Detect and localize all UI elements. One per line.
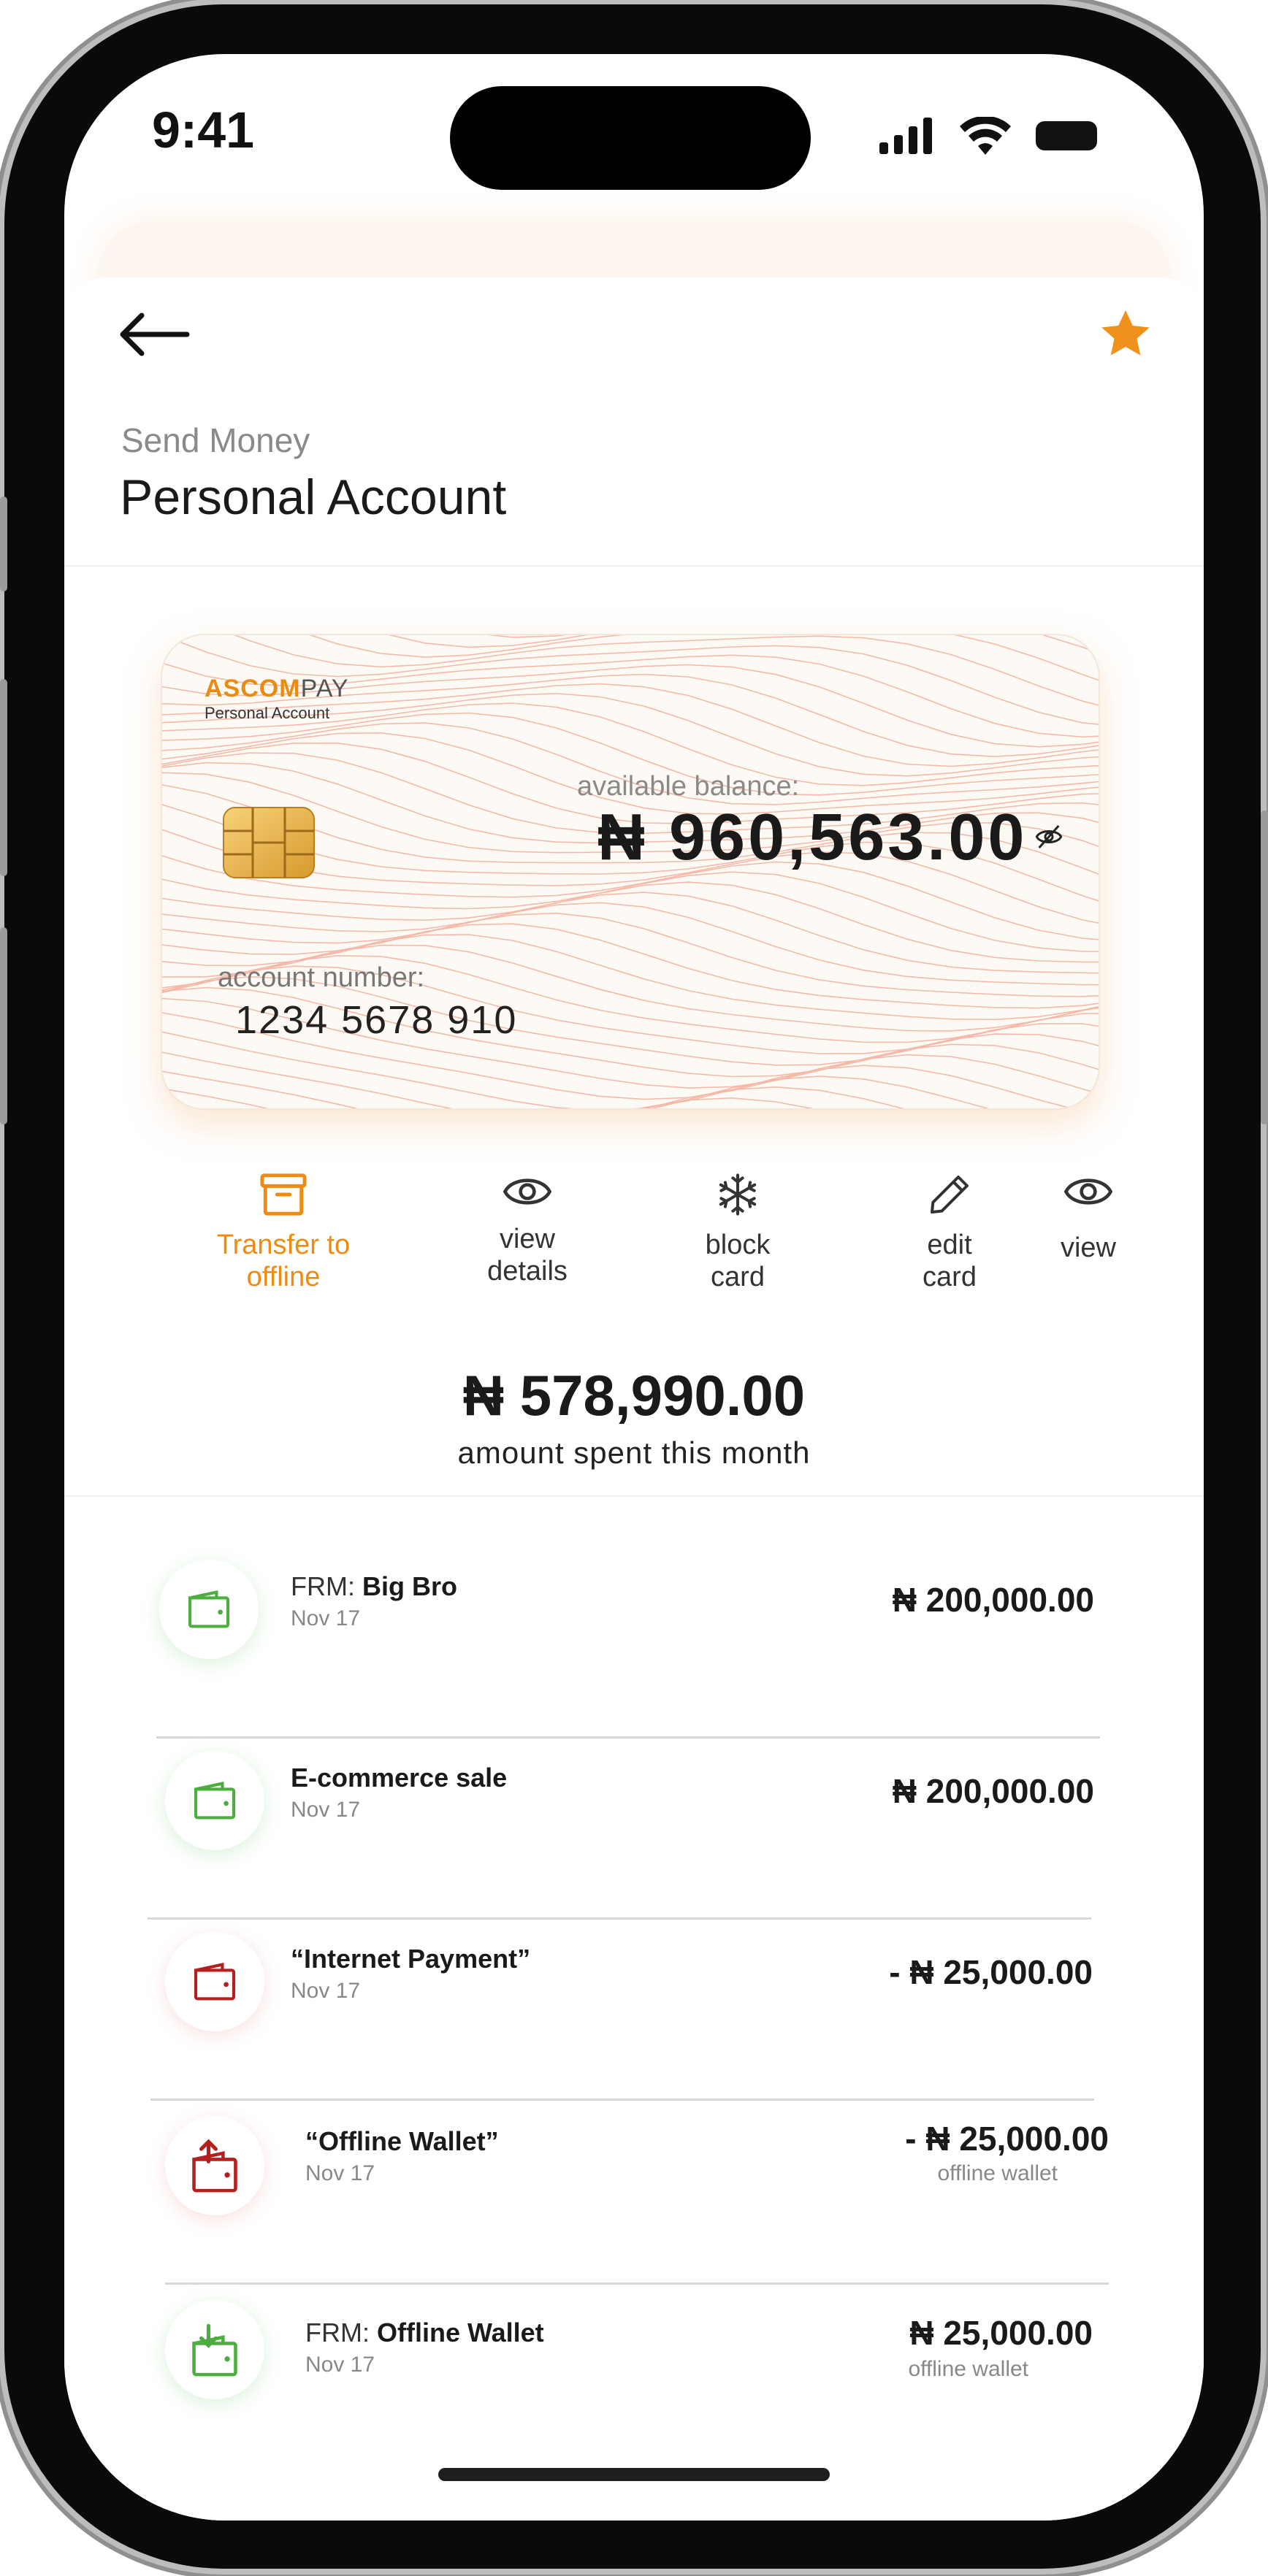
transaction-note: offline wallet	[937, 2161, 1058, 2185]
side-button-volume-down	[0, 927, 7, 1124]
transaction-amount: ₦ 200,000.00	[892, 1772, 1094, 1810]
bottom-sheet: Send Money Personal Account ASCOMPAY Per…	[64, 277, 1204, 2521]
status-time: 9:41	[152, 101, 255, 158]
wallet-icon	[165, 1932, 264, 2031]
transaction-amount: ₦ 25,000.00	[909, 2314, 1093, 2352]
wallet-icon	[165, 1751, 264, 1850]
bank-card[interactable]: ASCOMPAY Personal Account available bala…	[161, 634, 1100, 1110]
edit-card-button[interactable]: edit card	[862, 1171, 1037, 1293]
action-label: Transfer to offline	[216, 1230, 351, 1292]
side-button-volume-up	[0, 679, 7, 876]
transaction-date: Nov 17	[305, 2161, 375, 2185]
account-number-label: account number:	[218, 962, 425, 993]
wallet-icon	[159, 1560, 259, 1659]
home-indicator[interactable]	[438, 2468, 830, 2481]
transaction-title: FRM: Big Bro	[291, 1571, 457, 1601]
transaction-amount: ₦ 200,000.00	[892, 1581, 1094, 1619]
balance-label: available balance:	[577, 771, 800, 802]
transaction-date: Nov 17	[291, 1979, 361, 2003]
wallet-download-icon	[165, 2300, 264, 2399]
monthly-spend-label: amount spent this month	[457, 1435, 811, 1470]
monthly-spend-amount: ₦ 578,990.00	[462, 1363, 806, 1427]
transaction-date: Nov 17	[305, 2353, 375, 2377]
side-button-silent	[0, 497, 7, 591]
row-divider	[150, 2098, 1094, 2101]
block-card-button[interactable]: block card	[650, 1171, 825, 1293]
row-divider	[165, 2282, 1109, 2285]
screen: 9:41 Send Money Personal Account ASCOMPA…	[64, 54, 1204, 2521]
card-brand-logo: ASCOMPAY	[205, 675, 349, 702]
view-details-button[interactable]: view details	[440, 1171, 615, 1287]
card-balance: ₦ 960,563.00	[597, 801, 1028, 874]
transaction-row[interactable]: E-commerce sale Nov 17 ₦ 200,000.00	[64, 1751, 1204, 1931]
action-label: view details	[487, 1224, 568, 1287]
transaction-amount: - ₦ 25,000.00	[905, 2120, 1109, 2158]
transfer-to-offline-button[interactable]: Transfer to offline	[196, 1171, 371, 1293]
eye-slash-icon[interactable]	[1034, 822, 1063, 855]
view-button[interactable]: view	[1015, 1171, 1161, 1264]
transaction-title: “Offline Wallet”	[305, 2126, 499, 2156]
dynamic-island	[450, 86, 811, 190]
transaction-amount: - ₦ 25,000.00	[889, 1953, 1093, 1991]
transaction-row[interactable]: FRM: Offline Wallet Nov 17 ₦ 25,000.00 o…	[64, 2300, 1204, 2478]
eye-icon	[503, 1178, 552, 1205]
page-title: Personal Account	[120, 469, 507, 525]
account-number: 1234 5678 910	[235, 998, 518, 1042]
transaction-title: E-commerce sale	[291, 1763, 508, 1793]
card-chip-icon	[222, 806, 316, 883]
transaction-row[interactable]: “Internet Payment” Nov 17 - ₦ 25,000.00	[64, 1932, 1204, 2112]
transaction-title: “Internet Payment”	[291, 1944, 531, 1974]
pencil-icon	[931, 1176, 969, 1214]
transaction-row[interactable]: FRM: Big Bro Nov 17 ₦ 200,000.00	[64, 1560, 1204, 1739]
transaction-date: Nov 17	[291, 1606, 361, 1630]
archive-box-icon	[260, 1173, 307, 1216]
section-divider	[64, 1495, 1204, 1497]
transaction-note: offline wallet	[908, 2357, 1028, 2381]
battery-icon	[1036, 121, 1097, 150]
favorite-star-icon[interactable]	[1099, 308, 1153, 364]
back-arrow-icon[interactable]	[117, 313, 190, 360]
card-brand-subtitle: Personal Account	[205, 704, 330, 722]
side-button-power	[1261, 810, 1268, 1124]
transaction-title: FRM: Offline Wallet	[305, 2318, 544, 2347]
snowflake-icon	[719, 1173, 757, 1216]
status-icons	[879, 117, 1101, 155]
eye-icon	[1063, 1178, 1113, 1205]
row-divider	[148, 1917, 1091, 1920]
transaction-date: Nov 17	[291, 1798, 361, 1822]
transaction-row[interactable]: “Offline Wallet” Nov 17 - ₦ 25,000.00 of…	[64, 2116, 1204, 2294]
action-label: block card	[705, 1230, 771, 1292]
action-label: edit card	[923, 1230, 977, 1292]
page-subtitle: Send Money	[121, 421, 310, 459]
header-divider	[64, 565, 1204, 567]
wallet-upload-icon	[165, 2116, 264, 2215]
action-label: view	[1060, 1233, 1117, 1263]
wifi-icon	[960, 117, 1011, 155]
signal-icon	[879, 118, 932, 154]
row-divider	[156, 1736, 1100, 1739]
card-actions: Transfer to offline view details block c…	[64, 1171, 1204, 1317]
